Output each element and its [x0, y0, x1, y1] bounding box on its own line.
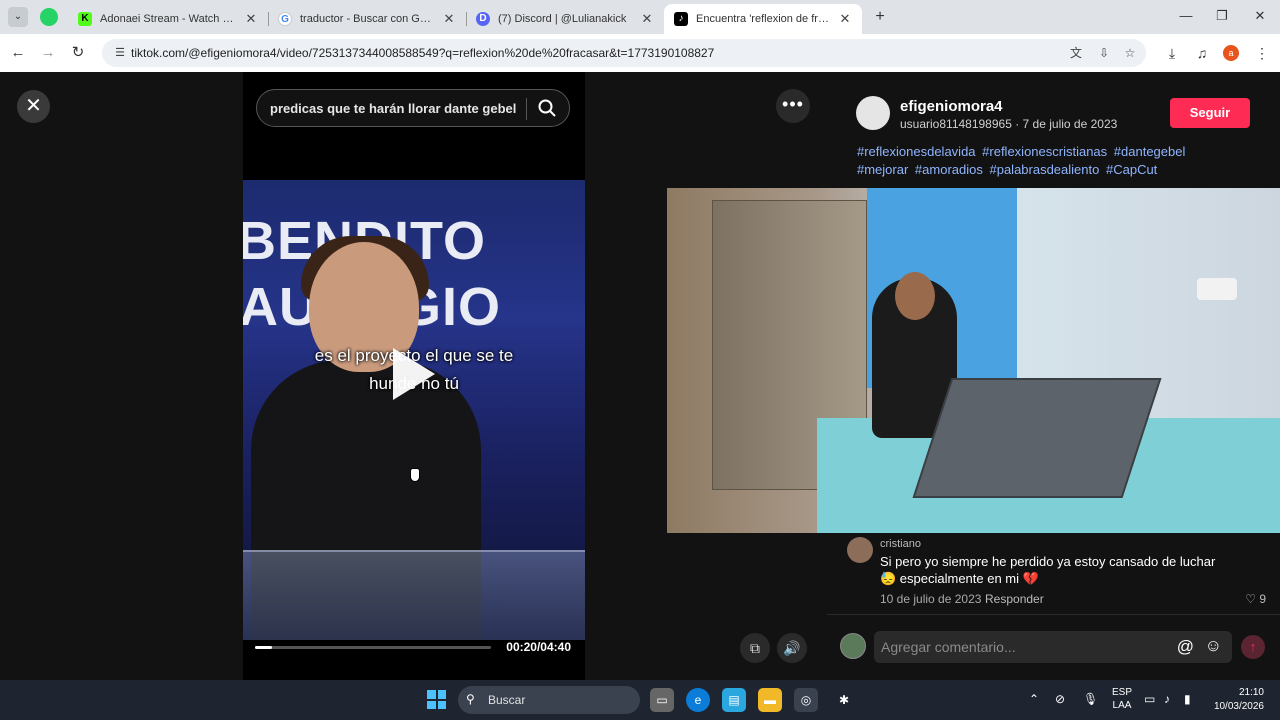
- chrome-icon[interactable]: ◎: [794, 688, 818, 712]
- video-frame[interactable]: BENDITO AURAGIO: [243, 180, 585, 640]
- downloads-icon[interactable]: ⤓: [1162, 43, 1182, 63]
- video-time: 00:20/04:40: [506, 640, 571, 654]
- taskbar-search[interactable]: ⚲ Buscar: [458, 686, 640, 714]
- tab-kick[interactable]: K Adonaei Stream - Watch Live o ✕: [68, 4, 268, 34]
- site-info-icon[interactable]: ☰: [112, 45, 128, 61]
- podium: [243, 550, 585, 640]
- hashtag-link[interactable]: #palabrasdealiento: [989, 162, 1099, 177]
- file-explorer-icon[interactable]: ▬: [758, 688, 782, 712]
- battery-icon[interactable]: ▮: [1184, 692, 1191, 706]
- network-off-icon[interactable]: ⊘: [1055, 692, 1065, 706]
- video-progress-bar[interactable]: [255, 646, 491, 649]
- show-hidden-icons[interactable]: ⌃: [1029, 692, 1039, 706]
- hashtag-link[interactable]: #mejorar: [857, 162, 908, 177]
- media-control-icon[interactable]: ♫: [1192, 43, 1212, 63]
- tab-title: Adonaei Stream - Watch Live o: [100, 13, 238, 25]
- mention-icon[interactable]: @: [1177, 637, 1194, 657]
- comment-item: cristiano Si pero yo siempre he perdido …: [847, 535, 1280, 611]
- volume-icon[interactable]: ♪: [1164, 692, 1170, 706]
- address-bar[interactable]: ☰ tiktok.com/@efigeniomora4/video/725313…: [102, 39, 1146, 67]
- search-icon: ⚲: [466, 692, 475, 706]
- store-icon[interactable]: ▤: [722, 688, 746, 712]
- new-tab-icon[interactable]: +: [870, 7, 890, 27]
- search-icon[interactable]: [537, 98, 557, 118]
- comment-username[interactable]: cristiano: [880, 538, 921, 550]
- avatar: [840, 633, 866, 659]
- translate-icon[interactable]: 文: [1068, 45, 1084, 61]
- bookmark-star-icon[interactable]: ☆: [1122, 45, 1138, 61]
- hashtag-link[interactable]: #CapCut: [1106, 162, 1157, 177]
- tab-google[interactable]: G traductor - Buscar con Google ✕: [268, 4, 466, 34]
- volume-icon[interactable]: 🔊: [777, 633, 807, 663]
- mouse-cursor-icon: [410, 468, 420, 482]
- hashtag-link[interactable]: #dantegebel: [1114, 144, 1186, 159]
- whatsapp-tab-icon[interactable]: [40, 8, 58, 26]
- edge-icon[interactable]: e: [686, 688, 710, 712]
- app-icon[interactable]: ✱: [832, 688, 856, 712]
- hashtags: #reflexionesdelavida #reflexionescristia…: [857, 143, 1227, 179]
- tiktok-page: ✕ predicas que te harán llorar dante geb…: [0, 72, 1280, 680]
- reload-icon[interactable]: ↻: [68, 43, 88, 63]
- forward-icon[interactable]: →: [38, 43, 58, 63]
- tab-strip: ⌄ K Adonaei Stream - Watch Live o ✕ G tr…: [0, 0, 1280, 34]
- video-player[interactable]: predicas que te harán llorar dante gebel…: [243, 72, 585, 680]
- hashtag-link[interactable]: #reflexionescristianas: [982, 144, 1107, 159]
- comment-composer: Agregar comentario... @ ☺ ↑: [827, 614, 1280, 680]
- search-input[interactable]: predicas que te harán llorar dante gebel: [270, 101, 516, 116]
- wifi-icon[interactable]: ▭: [1144, 692, 1155, 706]
- hashtag-link[interactable]: #amoradios: [915, 162, 983, 177]
- comment-like-count[interactable]: ♡ 9: [1245, 592, 1266, 606]
- discord-icon: D: [476, 12, 490, 26]
- tab-title: traductor - Buscar con Google: [300, 13, 436, 25]
- pip-icon[interactable]: ⧉: [740, 633, 770, 663]
- comment-input[interactable]: Agregar comentario... @ ☺: [874, 631, 1232, 663]
- tab-title: Encuentra 'reflexion de fracasar: [696, 13, 832, 25]
- follow-button[interactable]: Seguir: [1170, 98, 1250, 128]
- comment-placeholder[interactable]: Agregar comentario...: [881, 639, 1016, 655]
- progress-fill: [255, 646, 272, 649]
- play-icon[interactable]: [393, 348, 435, 400]
- author-name[interactable]: efigeniomora4: [900, 98, 1003, 115]
- webcam-overlay: [667, 188, 1280, 533]
- language-indicator[interactable]: ESP LAA: [1112, 686, 1132, 712]
- hashtag-link[interactable]: #reflexionesdelavida: [857, 144, 976, 159]
- menu-icon[interactable]: ⋮: [1252, 43, 1272, 63]
- windows-taskbar: ⚲ Buscar ▭ e ▤ ▬ ◎ ✱ ⌃ ⊘ 🎙 ESP LAA ▭ ♪ ▮…: [0, 680, 1280, 720]
- taskbar-search-label: Buscar: [488, 693, 526, 707]
- comment-date: 10 de julio de 2023: [880, 592, 982, 606]
- task-view-icon[interactable]: ▭: [650, 688, 674, 712]
- close-tab-icon[interactable]: ✕: [838, 11, 852, 27]
- close-tab-icon[interactable]: ✕: [244, 11, 258, 27]
- reply-button[interactable]: Responder: [985, 592, 1044, 606]
- search-box[interactable]: predicas que te harán llorar dante gebel: [256, 89, 570, 127]
- emoji-icon[interactable]: ☺: [1205, 636, 1222, 656]
- browser-toolbar: ← → ↻ ☰ tiktok.com/@efigeniomora4/video/…: [0, 34, 1280, 72]
- windows-start-icon[interactable]: [427, 690, 446, 709]
- kick-icon: K: [78, 12, 92, 26]
- tab-list-button[interactable]: ⌄: [8, 7, 28, 27]
- comment-text: Si pero yo siempre he perdido ya estoy c…: [880, 554, 1216, 586]
- tab-discord[interactable]: D (7) Discord | @Lulianakick ✕: [466, 4, 664, 34]
- install-app-icon[interactable]: ⇩: [1096, 45, 1112, 61]
- author-subtitle: usuario81148198965 · 7 de julio de 2023: [900, 117, 1118, 131]
- close-tab-icon[interactable]: ✕: [442, 11, 456, 27]
- more-options-button[interactable]: •••: [776, 89, 810, 123]
- restore-icon[interactable]: ❐: [1212, 8, 1232, 24]
- tab-tiktok[interactable]: ♪ Encuentra 'reflexion de fracasar ✕: [664, 4, 862, 34]
- microphone-icon[interactable]: 🎙: [1083, 692, 1098, 706]
- minimize-icon[interactable]: —: [1176, 8, 1196, 23]
- tiktok-icon: ♪: [674, 12, 688, 26]
- close-video-button[interactable]: ✕: [17, 90, 50, 123]
- back-icon[interactable]: ←: [8, 43, 28, 63]
- author-avatar[interactable]: [856, 96, 890, 130]
- commenter-avatar[interactable]: [847, 537, 873, 563]
- system-clock[interactable]: 21:10 10/03/2026: [1212, 686, 1264, 714]
- tab-title: (7) Discord | @Lulianakick: [498, 13, 627, 25]
- google-icon: G: [278, 12, 292, 26]
- url-text[interactable]: tiktok.com/@efigeniomora4/video/72531373…: [131, 46, 714, 60]
- profile-avatar[interactable]: a: [1223, 45, 1239, 61]
- close-tab-icon[interactable]: ✕: [640, 11, 654, 27]
- send-comment-button[interactable]: ↑: [1241, 635, 1265, 659]
- close-window-icon[interactable]: ✕: [1250, 8, 1270, 24]
